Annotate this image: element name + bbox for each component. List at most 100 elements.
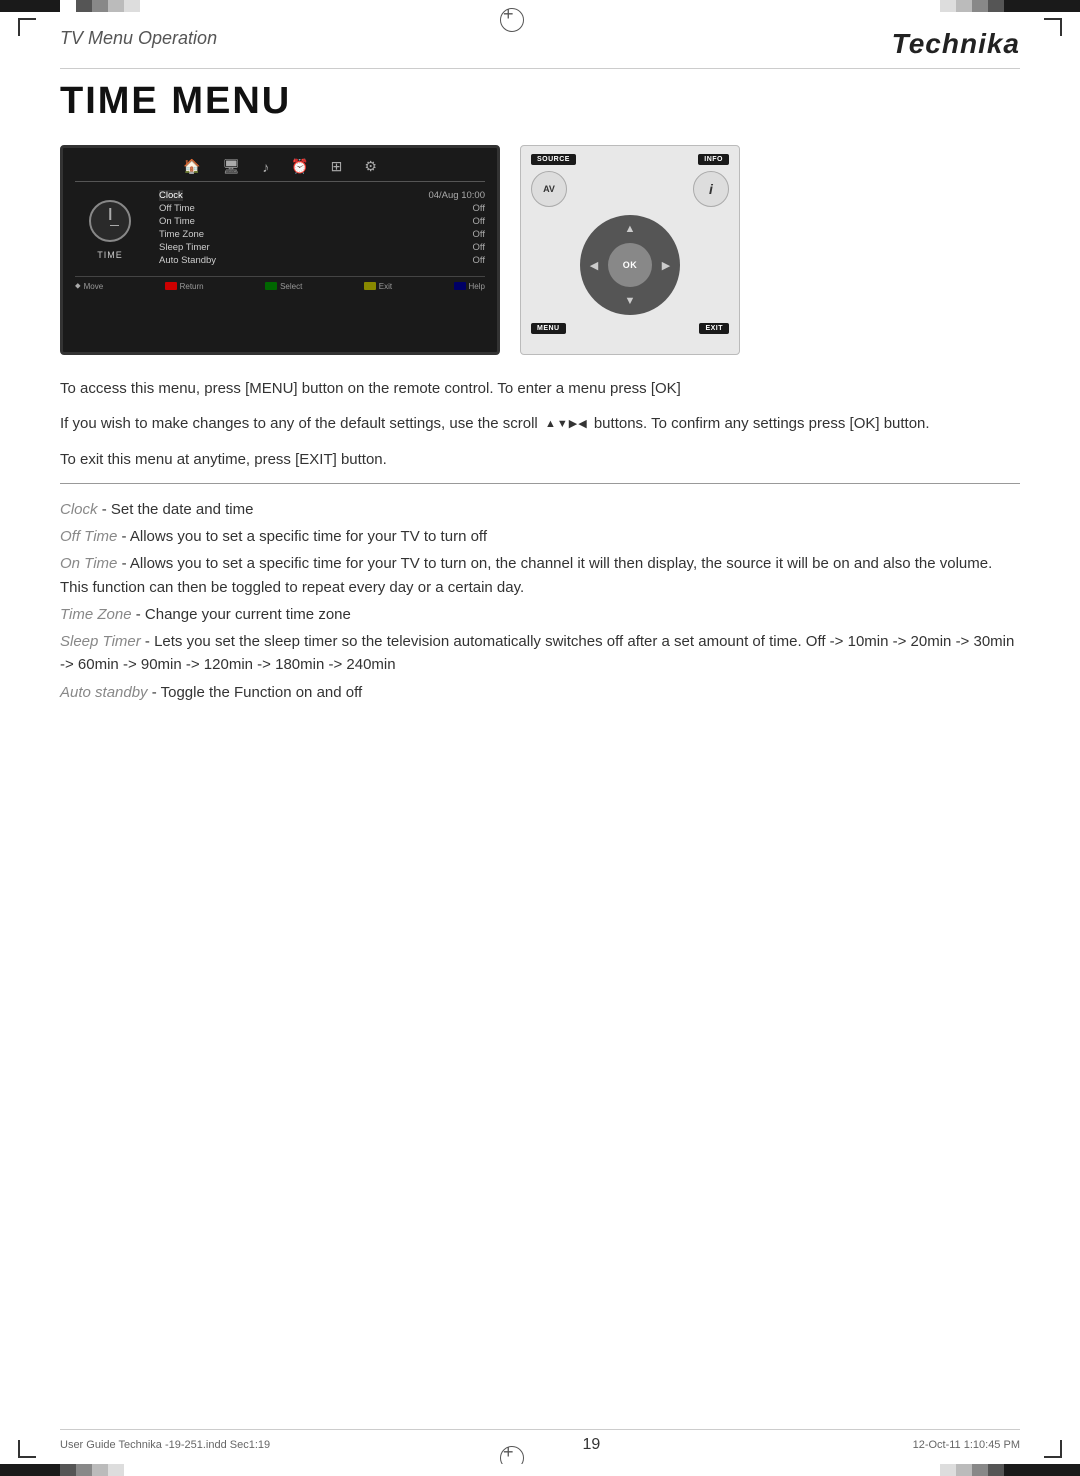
tv-menu-value-offtime: Off	[473, 203, 486, 214]
tv-menu-value-sleep: Off	[473, 242, 486, 253]
feature-label-clock: Clock	[60, 501, 98, 518]
remote-ok-button[interactable]: OK	[608, 243, 652, 287]
bottom-decoration	[0, 1464, 1080, 1476]
remote-av-button[interactable]: AV	[531, 171, 567, 207]
list-item: Clock - Set the date and time	[60, 498, 1020, 521]
corner-mark-tr	[1044, 18, 1062, 36]
page-header: TV Menu Operation Technika	[60, 28, 1020, 69]
table-row: Sleep Timer Off	[159, 242, 485, 253]
arrow-right: ▶	[569, 416, 577, 433]
table-row: Off Time Off	[159, 203, 485, 214]
tv-footer-exit-label: Exit	[379, 282, 392, 291]
tv-menu-icons: 🏠 🖥 ♪ ⏰ ⊞ ⚙	[75, 158, 485, 182]
remote-nav-cluster: ▲ ▼ ◀ ▶ OK	[580, 215, 680, 315]
page-number: 19	[582, 1436, 600, 1454]
tv-menu-item-timezone: Time Zone	[159, 229, 204, 240]
desc-para-3: To exit this menu at anytime, press [EXI…	[60, 448, 1020, 471]
main-content: 🏠 🖥 ♪ ⏰ ⊞ ⚙ TIME Clock 04/Aug 10:00	[60, 145, 1020, 708]
remote-menu-button[interactable]: MENU	[531, 323, 566, 334]
tv-menu-value-timezone: Off	[473, 229, 486, 240]
screenshots-row: 🏠 🖥 ♪ ⏰ ⊞ ⚙ TIME Clock 04/Aug 10:00	[60, 145, 1020, 355]
page-footer: User Guide Technika -19-251.indd Sec1:19…	[60, 1429, 1020, 1454]
tv-menu-item-ontime: On Time	[159, 216, 195, 227]
feature-desc-ontime: - Allows you to set a specific time for …	[60, 555, 992, 595]
feature-label-autostandby: Auto standby	[60, 684, 148, 701]
feature-list: Clock - Set the date and time Off Time -…	[60, 498, 1020, 704]
remote-nav-up[interactable]: ▲	[624, 223, 636, 235]
description-section: To access this menu, press [MENU] button…	[60, 377, 1020, 484]
tv-icon-monitor: 🖥	[222, 158, 240, 175]
tv-footer-move: ⬥ Move	[75, 281, 103, 291]
remote-nav-right[interactable]: ▶	[660, 259, 672, 271]
tv-menu-value-auto: Off	[473, 255, 486, 266]
remote-info-button[interactable]: INFO	[698, 154, 729, 165]
tv-footer-select: Select	[265, 281, 302, 291]
tv-menu-item-auto: Auto Standby	[159, 255, 216, 266]
tv-footer-return: Return	[165, 281, 204, 291]
arrow-up: ▲	[545, 416, 556, 433]
tv-footer-select-label: Select	[280, 282, 302, 291]
desc-para-2: If you wish to make changes to any of th…	[60, 412, 1020, 435]
top-decoration	[0, 0, 1080, 12]
feature-label-sleep: Sleep Timer	[60, 633, 141, 650]
list-item: Auto standby - Toggle the Function on an…	[60, 681, 1020, 704]
remote-bottom-row: MENU EXIT	[531, 323, 729, 334]
tv-menu-value-ontime: Off	[473, 216, 486, 227]
brand-logo: Technika	[892, 28, 1020, 60]
list-item: Off Time - Allows you to set a specific …	[60, 525, 1020, 548]
registration-mark-top	[500, 8, 522, 30]
tv-icon-grid: ⊞	[331, 158, 343, 175]
feature-desc-clock: - Set the date and time	[102, 501, 254, 518]
tv-menu-item-sleep: Sleep Timer	[159, 242, 210, 253]
arrow-down: ▼	[557, 416, 568, 433]
tv-menu-value-clock: 04/Aug 10:00	[428, 190, 485, 201]
feature-label-offtime: Off Time	[60, 528, 117, 545]
list-item: Sleep Timer - Lets you set the sleep tim…	[60, 630, 1020, 677]
desc-para-1: To access this menu, press [MENU] button…	[60, 377, 1020, 400]
feature-desc-timezone: - Change your current time zone	[136, 606, 351, 623]
tv-footer: ⬥ Move Return Select Exit Help	[75, 276, 485, 291]
feature-label-timezone: Time Zone	[60, 606, 132, 623]
remote-control: SOURCE INFO AV i ▲ ▼	[520, 145, 740, 355]
list-item: On Time - Allows you to set a specific t…	[60, 552, 1020, 599]
corner-mark-br	[1044, 1440, 1062, 1458]
corner-mark-bl	[18, 1440, 36, 1458]
tv-screen: 🏠 🖥 ♪ ⏰ ⊞ ⚙ TIME Clock 04/Aug 10:00	[60, 145, 500, 355]
remote-nav-ring: ▲ ▼ ◀ ▶ OK	[580, 215, 680, 315]
feature-desc-sleep: - Lets you set the sleep timer so the te…	[60, 633, 1014, 673]
tv-icon-home: 🏠	[183, 158, 200, 175]
remote-exit-button[interactable]: EXIT	[699, 323, 729, 334]
desc-para-2-suffix: buttons. To confirm any settings press […	[594, 415, 930, 432]
header-subtitle: TV Menu Operation	[60, 28, 217, 49]
remote-top-row: SOURCE INFO	[531, 154, 729, 165]
remote-av-row: AV i	[531, 171, 729, 207]
remote-source-button[interactable]: SOURCE	[531, 154, 576, 165]
tv-footer-return-label: Return	[180, 282, 204, 291]
tv-footer-move-label: Move	[84, 282, 104, 291]
tv-menu-item-clock: Clock	[159, 190, 183, 201]
corner-mark-tl	[18, 18, 36, 36]
tv-menu-item-offtime: Off Time	[159, 203, 195, 214]
table-row: Clock 04/Aug 10:00	[159, 190, 485, 201]
tv-clock-label: TIME	[97, 250, 123, 260]
tv-menu-body: TIME Clock 04/Aug 10:00 Off Time Off On …	[75, 190, 485, 268]
table-row: On Time Off	[159, 216, 485, 227]
feature-label-ontime: On Time	[60, 555, 117, 572]
list-item: Time Zone - Change your current time zon…	[60, 603, 1020, 626]
tv-footer-help-label: Help	[469, 282, 485, 291]
tv-icon-settings: ⚙	[364, 158, 377, 175]
feature-desc-autostandby: - Toggle the Function on and off	[152, 684, 362, 701]
tv-footer-help: Help	[454, 281, 485, 291]
remote-info-circle[interactable]: i	[693, 171, 729, 207]
tv-clock-section: TIME	[75, 190, 145, 268]
tv-icon-music: ♪	[262, 158, 269, 175]
tv-menu-list: Clock 04/Aug 10:00 Off Time Off On Time …	[159, 190, 485, 268]
desc-para-2-prefix: If you wish to make changes to any of th…	[60, 415, 538, 432]
footer-file-info: User Guide Technika -19-251.indd Sec1:19	[60, 1439, 270, 1451]
tv-icon-clock: ⏰	[291, 158, 308, 175]
table-row: Auto Standby Off	[159, 255, 485, 266]
remote-nav-down[interactable]: ▼	[624, 295, 636, 307]
table-row: Time Zone Off	[159, 229, 485, 240]
remote-nav-left[interactable]: ◀	[588, 259, 600, 271]
remote-nav-area: ▲ ▼ ◀ ▶ OK	[531, 215, 729, 315]
